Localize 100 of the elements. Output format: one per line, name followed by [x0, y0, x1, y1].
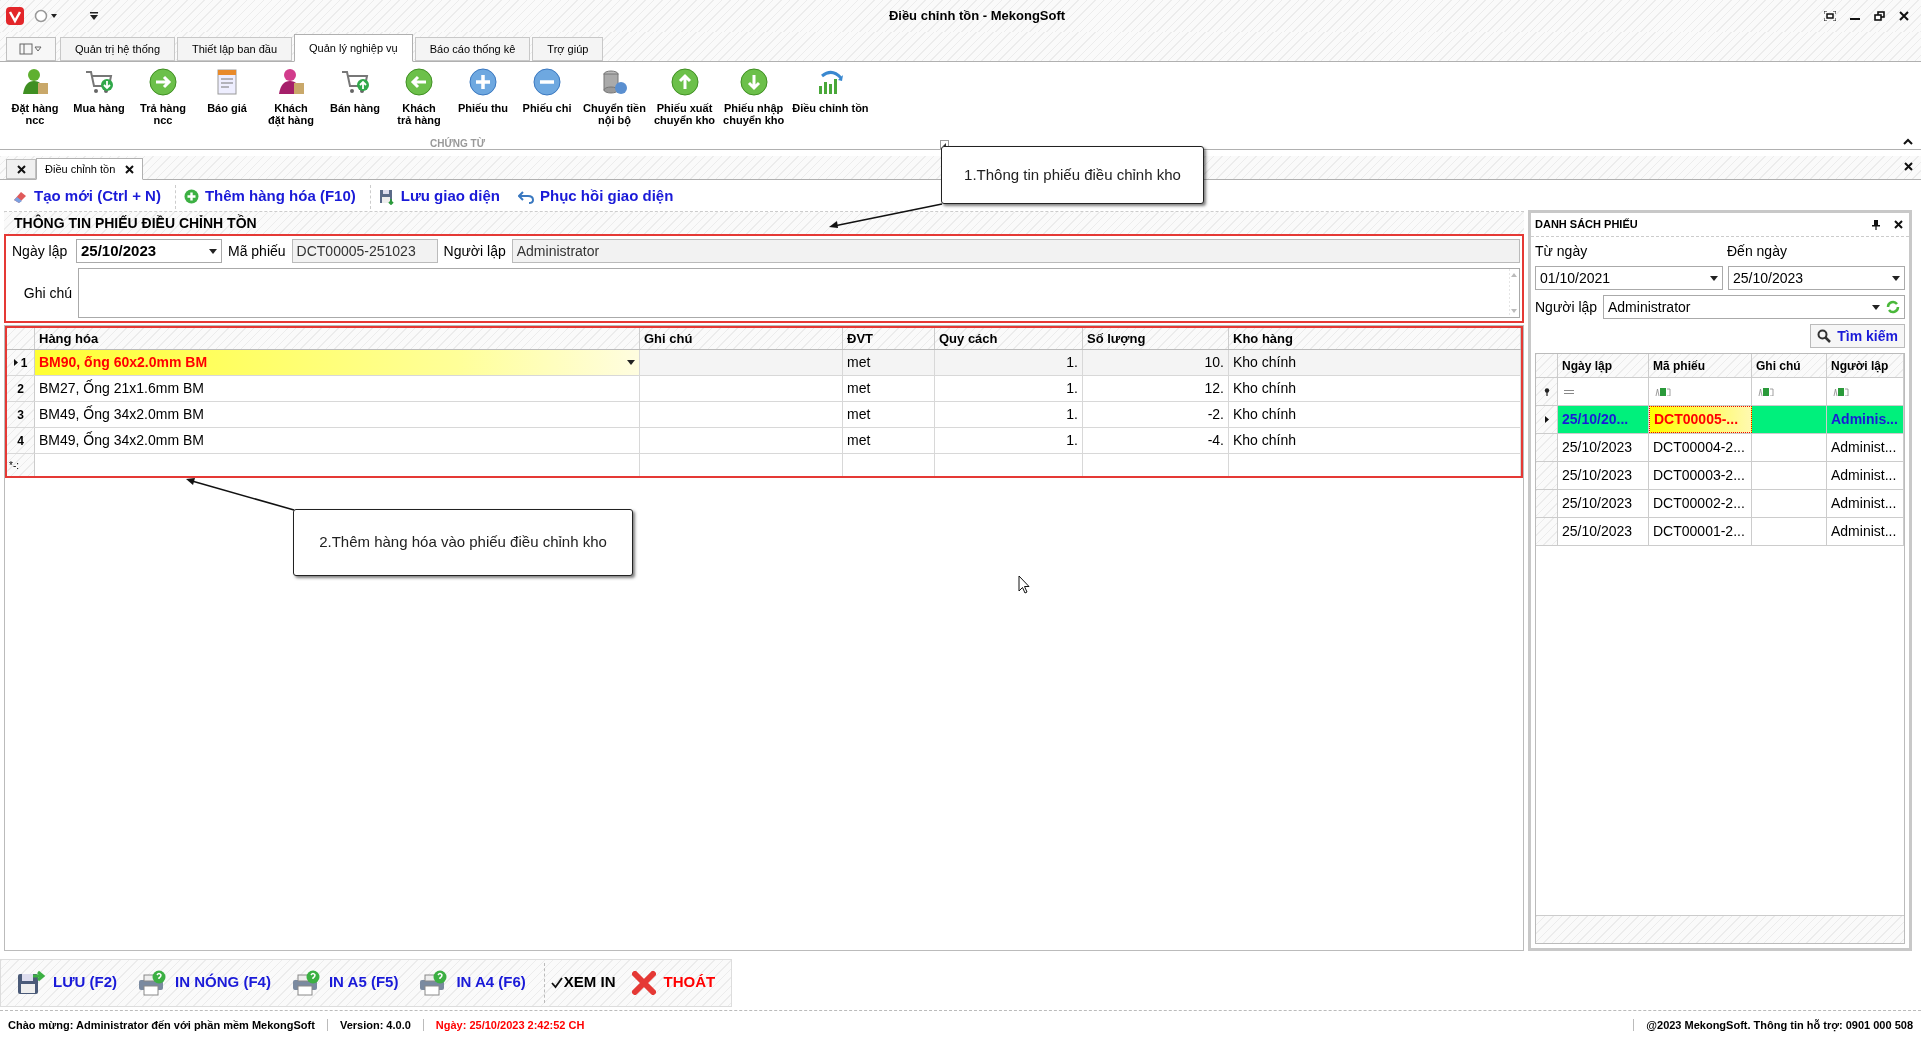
table-cell: Administ... — [1827, 518, 1904, 545]
creator-dropdown[interactable]: Administrator — [1603, 295, 1905, 319]
table-cell: 25/10/2023 — [1558, 518, 1649, 545]
table-cell: 1. — [935, 428, 1083, 453]
toolbar-button[interactable]: Lưu giao diện — [369, 184, 508, 209]
document-tab[interactable]: Điều chỉnh tồn — [36, 158, 144, 180]
ribbon-button[interactable]: Chuyển tiền nội bộ — [580, 66, 649, 126]
field-label: Người lập — [1535, 297, 1599, 317]
column-header[interactable]: Quy cách — [935, 328, 1083, 349]
text-filter-icon[interactable] — [1833, 387, 1849, 396]
table-cell: BM49, Ống 34x2.0mm BM — [35, 428, 640, 453]
collapse-ribbon-icon[interactable] — [1903, 138, 1913, 145]
date-field[interactable]: 25/10/2023 — [76, 239, 222, 263]
field-label: Ngày lập — [11, 241, 69, 261]
arrow-right-icon — [147, 66, 179, 98]
toolbar-button[interactable]: Phục hồi giao diện — [509, 184, 682, 209]
dropdown-arrow-icon[interactable] — [1892, 275, 1900, 281]
text-filter-icon[interactable] — [1758, 387, 1774, 396]
printer-icon — [418, 969, 449, 996]
ribbon-button[interactable]: Phiếu nhập chuyển kho — [720, 66, 788, 126]
ribbon-button[interactable]: Phiếu chi — [516, 66, 578, 114]
ribbon-button[interactable]: Mua hàng — [68, 66, 130, 114]
toolbar-button[interactable]: Thêm hàng hóa (F10) — [174, 184, 364, 209]
ribbon-tab[interactable]: Báo cáo thống kê — [414, 37, 531, 61]
close-icon[interactable] — [125, 164, 135, 174]
table-cell: Administ... — [1827, 462, 1904, 489]
filter-icon[interactable] — [1543, 387, 1550, 396]
column-header[interactable]: Ngày lập — [1558, 354, 1649, 377]
column-header[interactable]: Ghi chú — [640, 328, 843, 349]
table-cell: 1. — [935, 402, 1083, 427]
field-label: Đến ngày — [1727, 242, 1787, 261]
table-cell[interactable]: BM90, ống 60x2.0mm BM — [35, 350, 640, 375]
plus-icon — [183, 189, 199, 204]
date-field[interactable]: 25/10/2023 — [1728, 266, 1905, 290]
close-all-button[interactable] — [6, 159, 36, 179]
row-header[interactable]: 1 — [7, 350, 35, 375]
table-cell: met — [843, 376, 935, 401]
ribbon-button[interactable]: Báo giá — [196, 66, 258, 114]
row-header[interactable]: 2 — [7, 376, 35, 401]
save-icon — [17, 969, 45, 996]
toolbar-button[interactable]: Tạo mới (Ctrl + N) — [4, 184, 169, 209]
table-cell: met — [843, 350, 935, 375]
pin-icon[interactable] — [1872, 219, 1880, 230]
app-logo-icon[interactable] — [6, 7, 24, 25]
dropdown-arrow-icon[interactable] — [1872, 304, 1880, 310]
ribbon-button[interactable]: Phiếu thu — [452, 66, 514, 114]
ribbon-button[interactable]: Trả hàng ncc — [132, 66, 194, 126]
column-header[interactable]: Mã phiếu — [1649, 354, 1752, 377]
ribbon-tab[interactable]: Trợ giúp — [532, 37, 604, 61]
circle-dropdown-icon[interactable] — [34, 9, 60, 23]
save-icon — [378, 188, 395, 205]
ribbon-button[interactable]: Điều chỉnh tồn — [789, 66, 872, 114]
refresh-icon[interactable] — [1886, 300, 1900, 314]
close-icon[interactable] — [1904, 162, 1913, 171]
ribbon-button[interactable]: Phiếu xuất chuyển kho — [650, 66, 719, 126]
close-icon — [16, 164, 26, 174]
ribbon-button[interactable]: Đặt hàng ncc — [4, 66, 66, 126]
table-cell: DCT00005-... — [1649, 406, 1752, 433]
table-cell: 1. — [935, 376, 1083, 401]
row-header[interactable] — [1536, 406, 1558, 433]
ribbon-button[interactable]: Khách trả hàng — [388, 66, 450, 126]
text-filter-icon[interactable] — [1655, 387, 1671, 396]
print-button[interactable]: IN A5 (F5) — [282, 962, 407, 1003]
note-field[interactable] — [78, 268, 1520, 318]
table-cell: Kho chính — [1229, 350, 1521, 375]
column-header[interactable]: Ghi chú — [1752, 354, 1827, 377]
close-icon[interactable] — [1894, 220, 1903, 229]
dropdown-arrow-icon[interactable] — [627, 360, 635, 365]
column-header[interactable]: Số lượng — [1083, 328, 1229, 349]
table-cell: 12. — [1083, 376, 1229, 401]
customize-menu-icon[interactable] — [88, 10, 100, 22]
restore-icon[interactable] — [1874, 11, 1885, 21]
print-button[interactable]: IN NÓNG (F4) — [129, 962, 279, 1003]
search-button[interactable]: Tìm kiếm — [1810, 324, 1905, 348]
table-cell: 1. — [935, 350, 1083, 375]
row-header[interactable]: 4 — [7, 428, 35, 453]
preview-checkbox[interactable]: XEM IN — [543, 962, 622, 1003]
ribbon-button[interactable]: Khách đặt hàng — [260, 66, 322, 126]
ribbon-tab[interactable]: Quản trị hệ thống — [60, 37, 175, 61]
ribbon-tab[interactable]: Quản lý nghiệp vụ — [294, 34, 413, 62]
dropdown-arrow-icon[interactable] — [209, 248, 217, 254]
column-header[interactable]: Hàng hóa — [35, 328, 640, 349]
print-button[interactable]: IN A4 (F6) — [410, 962, 534, 1003]
equals-filter-icon[interactable] — [1564, 389, 1574, 394]
section-title: THÔNG TIN PHIẾU ĐIỀU CHỈNH TỒN — [4, 212, 1524, 234]
exit-button[interactable]: THOÁT — [625, 962, 722, 1003]
ribbon-tab[interactable]: Thiết lập ban đầu — [177, 37, 293, 61]
column-header[interactable]: Người lập — [1827, 354, 1904, 377]
plus-icon — [467, 66, 499, 98]
close-icon[interactable] — [1899, 11, 1909, 21]
dropdown-arrow-icon[interactable] — [1710, 275, 1718, 281]
ribbon-button[interactable]: Bán hàng — [324, 66, 386, 114]
date-field[interactable]: 01/10/2021 — [1535, 266, 1723, 290]
save-button[interactable]: LƯU (F2) — [9, 962, 126, 1003]
row-header[interactable]: 3 — [7, 402, 35, 427]
column-header[interactable]: ĐVT — [843, 328, 935, 349]
fullscreen-icon[interactable] — [1824, 11, 1836, 21]
column-header[interactable]: Kho hàng — [1229, 328, 1521, 349]
table-cell: DCT00001-2... — [1649, 518, 1752, 545]
ribbon-group-label: CHỨNG TỪ — [430, 136, 485, 151]
